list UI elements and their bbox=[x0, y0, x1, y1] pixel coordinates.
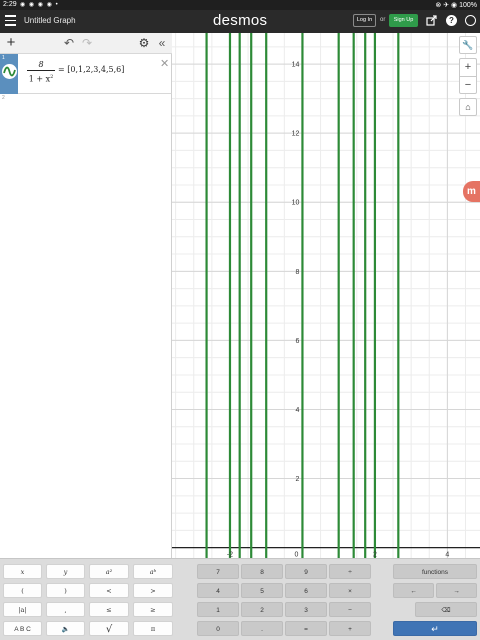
key-squared[interactable]: a² bbox=[89, 564, 129, 579]
key-divide[interactable]: ÷ bbox=[329, 564, 371, 579]
key-less-than[interactable]: < bbox=[89, 583, 129, 598]
battery-status: ⊗ ✈ ◉ 100% bbox=[435, 2, 477, 9]
delete-expression-icon[interactable]: ✕ bbox=[160, 57, 169, 70]
globe-icon[interactable] bbox=[465, 15, 476, 26]
graph-canvas[interactable]: -2 0 2 4 2 4 6 8 10 12 14 bbox=[172, 33, 480, 558]
key-close-paren[interactable]: ) bbox=[46, 583, 85, 598]
key-6[interactable]: 6 bbox=[285, 583, 327, 598]
status-bar: 2:29 ◉ ◉ ◉ ◉ • ⊗ ✈ ◉ 100% bbox=[0, 0, 480, 10]
key-4[interactable]: 4 bbox=[197, 583, 239, 598]
key-comma[interactable]: , bbox=[46, 602, 85, 617]
key-minus[interactable]: − bbox=[329, 602, 371, 617]
key-8[interactable]: 8 bbox=[241, 564, 283, 579]
equation-rhs: = [0,1,2,3,4,5,6] bbox=[58, 65, 125, 74]
backspace-key[interactable]: ⌫ bbox=[415, 602, 477, 617]
key-y[interactable]: y bbox=[46, 564, 85, 579]
wrench-icon[interactable]: 🔧 bbox=[459, 36, 477, 54]
key-1[interactable]: 1 bbox=[197, 602, 239, 617]
y-tick-label: 8 bbox=[296, 269, 300, 276]
home-icon[interactable]: ⌂ bbox=[459, 98, 477, 116]
or-text: or bbox=[380, 17, 386, 23]
share-icon[interactable] bbox=[426, 15, 437, 26]
key-5[interactable]: 5 bbox=[241, 583, 283, 598]
graph-title[interactable]: Untitled Graph bbox=[24, 16, 76, 25]
curve-visibility-icon[interactable] bbox=[2, 64, 17, 79]
notification-icons: ◉ ◉ ◉ ◉ • bbox=[20, 2, 59, 8]
key-equals[interactable]: = bbox=[285, 621, 327, 636]
denominator-base: 1 + x bbox=[28, 74, 51, 84]
y-tick-label: 14 bbox=[292, 62, 300, 69]
speaker-icon[interactable]: 🔈 bbox=[46, 621, 85, 636]
redo-button[interactable]: ↷ bbox=[80, 36, 94, 50]
enter-key[interactable]: ↵ bbox=[393, 621, 477, 636]
key-multiply[interactable]: × bbox=[329, 583, 371, 598]
fraction-denominator: 1 + x2 bbox=[27, 71, 55, 84]
login-button[interactable]: Log In bbox=[353, 14, 376, 27]
y-tick-label: 4 bbox=[296, 407, 300, 414]
math-keypad: x y a² aᵇ 7 8 9 ÷ functions ( ) < > 4 5 … bbox=[0, 558, 480, 640]
expression-row[interactable]: 1 8 1 + x2 = [0,1,2,3,4,5,6] ✕ bbox=[0, 54, 172, 94]
left-arrow-key[interactable]: ← bbox=[393, 583, 434, 598]
abc-keyboard-button[interactable]: A B C bbox=[3, 621, 42, 636]
expression-color-tab[interactable]: 1 bbox=[0, 54, 18, 94]
desmos-logo: desmos bbox=[213, 12, 268, 29]
key-x[interactable]: x bbox=[3, 564, 42, 579]
collapse-panel-button[interactable]: « bbox=[155, 36, 169, 50]
undo-button[interactable]: ↶ bbox=[62, 36, 76, 50]
help-icon[interactable]: ? bbox=[446, 15, 457, 26]
key-0[interactable]: 0 bbox=[197, 621, 239, 636]
key-decimal[interactable]: . bbox=[241, 621, 283, 636]
empty-expression-row[interactable]: 2 bbox=[0, 94, 172, 106]
key-greater-than[interactable]: > bbox=[133, 583, 173, 598]
graph-svg[interactable]: -2 0 2 42468101214 bbox=[172, 33, 480, 558]
key-abs[interactable]: |a| bbox=[3, 602, 42, 617]
add-expression-button[interactable]: + bbox=[4, 35, 18, 50]
key-sqrt[interactable]: √ bbox=[89, 621, 129, 636]
hamburger-icon[interactable] bbox=[5, 15, 16, 27]
functions-button[interactable]: functions bbox=[393, 564, 477, 579]
fraction-numerator: 8 bbox=[38, 60, 44, 69]
key-plus[interactable]: + bbox=[329, 621, 371, 636]
top-header: Untitled Graph desmos Log In or Sign Up … bbox=[0, 10, 480, 33]
expression-number: 1 bbox=[2, 55, 5, 61]
key-power[interactable]: aᵇ bbox=[133, 564, 173, 579]
key-3[interactable]: 3 bbox=[285, 602, 327, 617]
settings-gear-icon[interactable]: ⚙ bbox=[137, 36, 151, 50]
key-pi[interactable]: π bbox=[133, 621, 173, 636]
expression-number: 2 bbox=[2, 95, 5, 101]
right-arrow-key[interactable]: → bbox=[436, 583, 477, 598]
denominator-exponent: 2 bbox=[50, 74, 54, 80]
key-9[interactable]: 9 bbox=[285, 564, 327, 579]
y-tick-label: 12 bbox=[292, 131, 300, 138]
expression-list: 1 8 1 + x2 = [0,1,2,3,4,5,6] ✕ 2 bbox=[0, 54, 172, 558]
key-open-paren[interactable]: ( bbox=[3, 583, 42, 598]
floating-badge-icon[interactable]: m bbox=[463, 181, 480, 202]
y-tick-label: 6 bbox=[296, 338, 300, 345]
zoom-in-button[interactable]: + bbox=[459, 58, 477, 76]
key-7[interactable]: 7 bbox=[197, 564, 239, 579]
key-less-equal[interactable]: ≤ bbox=[89, 602, 129, 617]
y-tick-label: 2 bbox=[296, 476, 300, 483]
key-2[interactable]: 2 bbox=[241, 602, 283, 617]
status-time: 2:29 bbox=[3, 1, 17, 8]
key-greater-equal[interactable]: ≥ bbox=[133, 602, 173, 617]
fraction: 8 1 + x2 bbox=[27, 59, 55, 84]
y-tick-label: 10 bbox=[292, 200, 300, 207]
zoom-out-button[interactable]: − bbox=[459, 76, 477, 94]
signup-button[interactable]: Sign Up bbox=[389, 14, 418, 27]
expression-toolbar: + ↶ ↷ ⚙ « bbox=[0, 33, 172, 54]
